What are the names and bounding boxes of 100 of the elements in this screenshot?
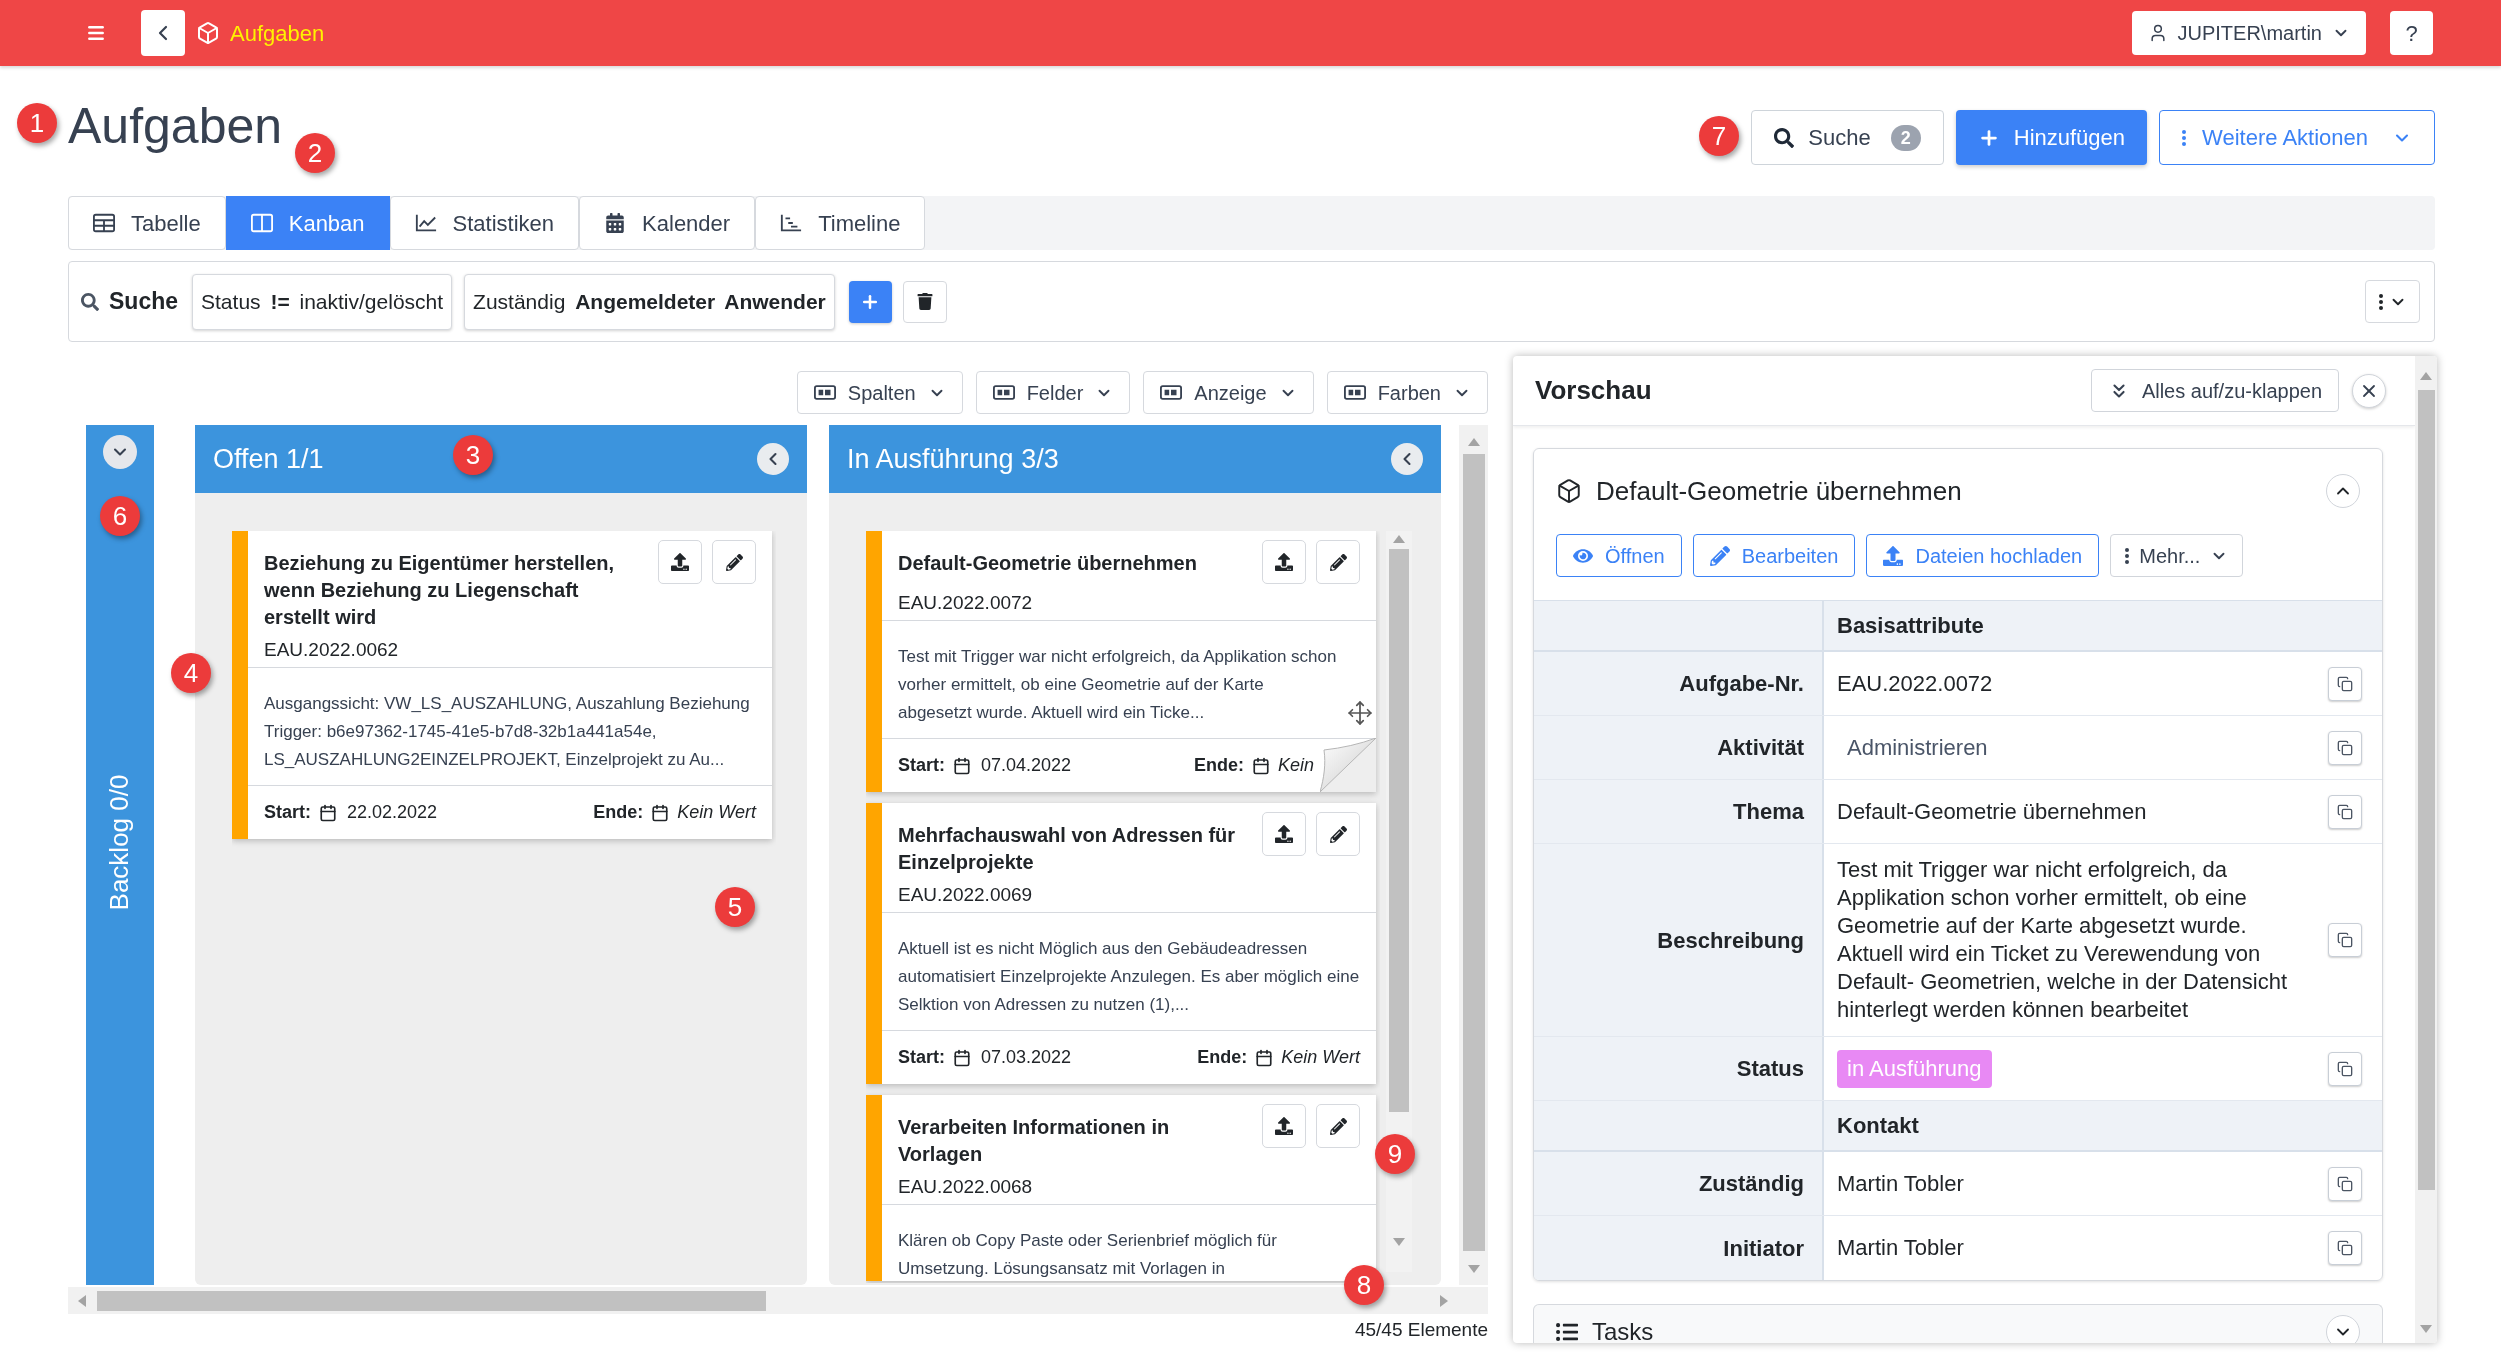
scrollbar[interactable] bbox=[1459, 425, 1488, 1285]
menu-button[interactable] bbox=[86, 23, 106, 43]
record-title: Default-Geometrie übernehmen bbox=[1596, 474, 1962, 508]
scrollbar[interactable] bbox=[1386, 531, 1412, 1272]
card-title: Verarbeiten Informationen in Vorlagen bbox=[898, 1115, 1171, 1167]
line-chart-icon bbox=[414, 213, 437, 233]
task-card[interactable] bbox=[866, 803, 1376, 1084]
copy-button[interactable] bbox=[2328, 923, 2362, 957]
field-value: Default-Geometrie übernehmen bbox=[1837, 798, 2147, 824]
scrollbar[interactable] bbox=[2415, 356, 2437, 1343]
add-button[interactable]: Hinzufügen bbox=[1955, 110, 2148, 165]
kebab-icon bbox=[2182, 128, 2187, 147]
copy-icon bbox=[2337, 803, 2353, 820]
filter-chip[interactable]: Status != inaktiv/gelöscht bbox=[192, 273, 453, 330]
view-tab[interactable]: Kalender bbox=[579, 196, 756, 250]
copy-icon bbox=[2337, 1175, 2353, 1192]
view-tab[interactable]: Tabelle bbox=[68, 196, 226, 250]
field-label: Aktivität bbox=[1534, 716, 1824, 779]
pencil-icon bbox=[1329, 1117, 1347, 1135]
more-actions-button[interactable]: Weitere Aktionen bbox=[2159, 110, 2435, 165]
copy-icon bbox=[2337, 675, 2353, 692]
toolbar-dropdown-button[interactable]: Spalten bbox=[796, 371, 963, 414]
kebab-icon bbox=[2378, 293, 2383, 310]
filter-chip[interactable]: Zuständig Angemeldeter Anwender bbox=[464, 273, 835, 330]
upload-button[interactable] bbox=[658, 540, 702, 584]
scrollbar-thumb[interactable] bbox=[2417, 390, 2435, 1190]
text-field-icon bbox=[813, 385, 836, 400]
expand-button[interactable] bbox=[2326, 1315, 2360, 1343]
copy-button[interactable] bbox=[2328, 1231, 2362, 1265]
start-label: Start: bbox=[264, 801, 311, 824]
toolbar-dropdown-button[interactable]: Anzeige bbox=[1143, 371, 1314, 414]
copy-icon bbox=[2337, 1060, 2353, 1077]
upload-icon bbox=[1275, 1117, 1293, 1135]
toggle-all-button[interactable]: Alles auf/zu-klappen bbox=[2090, 369, 2339, 412]
task-card[interactable] bbox=[232, 531, 772, 839]
column-title: Backlog 0/0 bbox=[103, 774, 136, 910]
end-label: Ende: bbox=[593, 801, 644, 824]
page-title: Aufgaben bbox=[68, 97, 283, 156]
help-button[interactable]: ? bbox=[2390, 11, 2433, 55]
field-value[interactable]: Administrieren bbox=[1837, 734, 1988, 760]
field-value: Test mit Trigger war nicht erfolgreich, da Applikation schon vorher ermittelt, ob eine Geometrie auf der Karte abgesetzt wurde. Aktuell wird ein Ticket zu Verewendung von Default- Geometrien, welche in der Datensicht hinterlegt werden können bearbeitet bbox=[1837, 857, 2287, 1022]
cube-icon bbox=[196, 21, 220, 45]
end-label: Ende: bbox=[1193, 754, 1244, 777]
close-button[interactable] bbox=[2352, 373, 2386, 408]
upload-button[interactable] bbox=[1262, 540, 1306, 584]
calendar-icon bbox=[1255, 1048, 1274, 1067]
scrollbar-thumb[interactable] bbox=[1389, 549, 1409, 1112]
copy-button[interactable] bbox=[2328, 1166, 2362, 1201]
end-label: Ende: bbox=[1197, 1046, 1248, 1069]
user-menu-button[interactable]: JUPITER\martin bbox=[2131, 11, 2366, 55]
back-button[interactable] bbox=[141, 10, 185, 56]
pencil-icon bbox=[1709, 545, 1730, 566]
timeline-icon bbox=[780, 213, 803, 233]
edit-button[interactable] bbox=[712, 540, 756, 584]
card-title: Default-Geometrie übernehmen bbox=[898, 551, 1198, 576]
action-button[interactable]: Öffnen bbox=[1556, 534, 1682, 577]
item-count: 45/45 Elemente bbox=[1354, 1318, 1488, 1342]
upload-button[interactable] bbox=[1262, 1104, 1306, 1148]
action-button[interactable]: Dateien hochladen bbox=[1866, 534, 2100, 577]
edit-button[interactable] bbox=[1316, 812, 1360, 856]
view-tab[interactable]: Timeline bbox=[755, 196, 926, 250]
toolbar-dropdown-button[interactable]: Farben bbox=[1326, 371, 1488, 414]
status-badge: in Ausführung bbox=[1837, 1049, 1992, 1088]
card-description: Ausgangssicht: VW_LS_AUSZAHLUNG, Auszahlung Beziehung Trigger: b6e97362-1745-41e5-b7d8-32b1a441a54e, LS_AUSZAHLUNG2EINZELPROJEKT, Einzelprojekt zu Au... bbox=[264, 693, 751, 771]
edit-button[interactable] bbox=[1316, 540, 1360, 584]
count-badge: 2 bbox=[1890, 124, 1921, 151]
delete-filter-button[interactable] bbox=[902, 280, 947, 323]
start-date: 22.02.2022 bbox=[347, 801, 438, 824]
edit-button[interactable] bbox=[1316, 1104, 1360, 1148]
copy-button[interactable] bbox=[2328, 794, 2362, 829]
toolbar-dropdown-button[interactable]: Felder bbox=[975, 371, 1131, 414]
tasks-section[interactable]: Tasks bbox=[1533, 1304, 2383, 1343]
start-date: 07.04.2022 bbox=[981, 754, 1072, 777]
action-button[interactable]: Bearbeiten bbox=[1692, 534, 1856, 577]
copy-button[interactable] bbox=[2328, 666, 2362, 701]
options-menu-button[interactable] bbox=[2365, 280, 2420, 323]
end-date: Kein Wert bbox=[677, 801, 756, 824]
copy-button[interactable] bbox=[2328, 730, 2362, 765]
copy-button[interactable] bbox=[2328, 1051, 2362, 1086]
expand-column-button[interactable] bbox=[103, 435, 137, 469]
task-card[interactable] bbox=[866, 531, 1376, 792]
field-label: Beschreibung bbox=[1534, 844, 1824, 1036]
card-number: EAU.2022.0072 bbox=[897, 592, 1034, 614]
collapse-column-button[interactable] bbox=[757, 443, 789, 475]
scrollbar-thumb[interactable] bbox=[97, 1290, 766, 1311]
callout-marker: 2 bbox=[295, 133, 335, 173]
callout-marker: 1 bbox=[17, 103, 57, 143]
upload-button[interactable] bbox=[1262, 812, 1306, 856]
calendar-icon bbox=[319, 803, 337, 822]
add-filter-button[interactable] bbox=[848, 280, 892, 323]
section-title: Kontakt bbox=[1836, 1112, 1919, 1140]
view-tab[interactable]: Kanban bbox=[225, 196, 390, 250]
scrollbar-thumb[interactable] bbox=[1462, 454, 1485, 1251]
more-menu-button[interactable]: Mehr... bbox=[2110, 534, 2244, 577]
collapse-column-button[interactable] bbox=[1391, 443, 1423, 475]
trash-icon bbox=[916, 293, 933, 310]
card-number: EAU.2022.0069 bbox=[897, 884, 1034, 906]
search-toggle-button[interactable]: Suche 2 bbox=[1751, 110, 1944, 165]
view-tab[interactable]: Statistiken bbox=[389, 196, 580, 250]
copy-icon bbox=[2337, 1240, 2353, 1256]
